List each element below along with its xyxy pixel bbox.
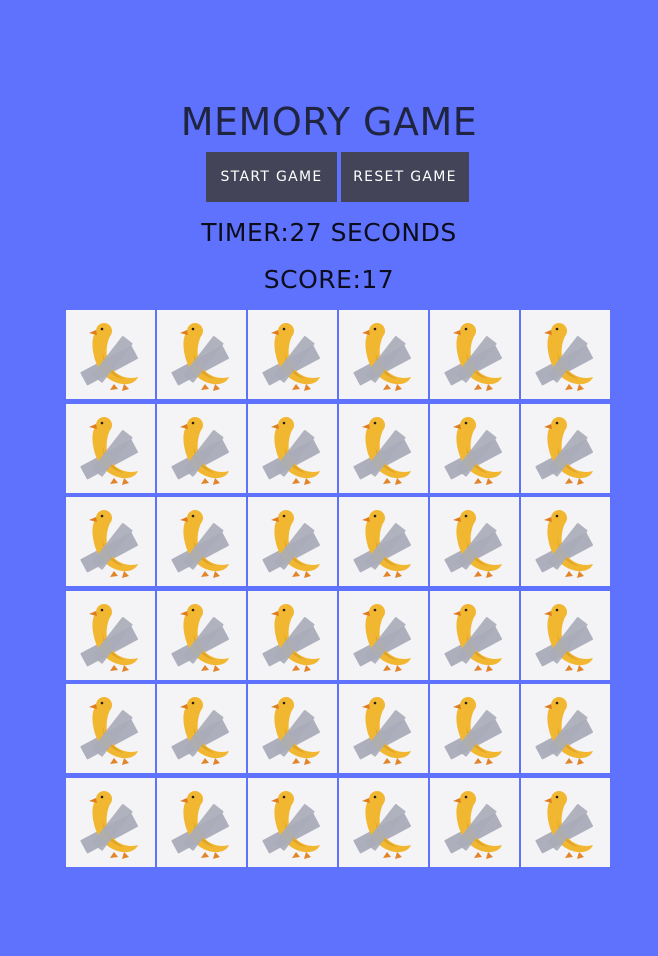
memory-card[interactable] bbox=[248, 403, 337, 493]
duck-duct-tape-icon bbox=[171, 697, 230, 766]
memory-card[interactable] bbox=[521, 403, 610, 493]
memory-card[interactable] bbox=[66, 403, 155, 493]
memory-card[interactable] bbox=[339, 590, 428, 680]
duck-duct-tape-icon bbox=[262, 697, 321, 766]
page-title: MEMORY GAME bbox=[180, 100, 478, 144]
memory-card[interactable] bbox=[248, 684, 337, 774]
duck-duct-tape-icon bbox=[353, 790, 412, 859]
score-value: 17 bbox=[361, 265, 395, 294]
memory-card[interactable] bbox=[157, 777, 246, 867]
memory-card[interactable] bbox=[521, 590, 610, 680]
duck-duct-tape-icon bbox=[171, 603, 230, 672]
duck-duct-tape-icon bbox=[262, 510, 321, 579]
memory-card[interactable] bbox=[66, 777, 155, 867]
memory-card[interactable] bbox=[157, 497, 246, 587]
memory-card[interactable] bbox=[430, 310, 519, 399]
memory-card[interactable] bbox=[157, 590, 246, 680]
duck-duct-tape-icon bbox=[262, 790, 321, 859]
duck-duct-tape-icon bbox=[353, 510, 412, 579]
memory-card[interactable] bbox=[521, 497, 610, 587]
timer-label: TIMER: bbox=[201, 218, 290, 247]
memory-card[interactable] bbox=[430, 403, 519, 493]
start-game-button[interactable]: START GAME bbox=[206, 152, 337, 202]
duck-duct-tape-icon bbox=[171, 790, 230, 859]
memory-card[interactable] bbox=[339, 403, 428, 493]
memory-card[interactable] bbox=[248, 497, 337, 587]
memory-card[interactable] bbox=[430, 684, 519, 774]
duck-duct-tape-icon bbox=[535, 416, 594, 485]
duck-duct-tape-icon bbox=[353, 323, 412, 391]
memory-card[interactable] bbox=[430, 497, 519, 587]
memory-card[interactable] bbox=[339, 310, 428, 399]
memory-card[interactable] bbox=[521, 310, 610, 399]
duck-duct-tape-icon bbox=[535, 697, 594, 766]
duck-duct-tape-icon bbox=[444, 790, 503, 859]
reset-game-button[interactable]: RESET GAME bbox=[341, 152, 469, 202]
duck-duct-tape-icon bbox=[444, 416, 503, 485]
memory-card[interactable] bbox=[248, 777, 337, 867]
memory-card[interactable] bbox=[339, 684, 428, 774]
memory-card[interactable] bbox=[248, 590, 337, 680]
duck-duct-tape-icon bbox=[80, 323, 139, 391]
duck-duct-tape-icon bbox=[353, 697, 412, 766]
duck-duct-tape-icon bbox=[444, 323, 503, 391]
memory-card[interactable] bbox=[157, 310, 246, 399]
game-controls: START GAME RESET GAME bbox=[206, 152, 469, 202]
duck-duct-tape-icon bbox=[171, 323, 230, 391]
duck-duct-tape-icon bbox=[262, 416, 321, 485]
duck-duct-tape-icon bbox=[80, 697, 139, 766]
timer-display: TIMER:27 SECONDS bbox=[0, 216, 658, 250]
duck-duct-tape-icon bbox=[80, 510, 139, 579]
memory-card[interactable] bbox=[157, 684, 246, 774]
duck-duct-tape-icon bbox=[535, 510, 594, 579]
memory-card[interactable] bbox=[430, 777, 519, 867]
duck-duct-tape-icon bbox=[80, 790, 139, 859]
duck-duct-tape-icon bbox=[444, 603, 503, 672]
memory-card[interactable] bbox=[66, 497, 155, 587]
duck-duct-tape-icon bbox=[80, 416, 139, 485]
score-label: SCORE: bbox=[263, 265, 362, 294]
duck-duct-tape-icon bbox=[353, 603, 412, 672]
duck-duct-tape-icon bbox=[262, 323, 321, 391]
memory-card[interactable] bbox=[521, 684, 610, 774]
timer-unit: SECONDS bbox=[322, 218, 457, 247]
duck-duct-tape-icon bbox=[171, 416, 230, 485]
score-display: SCORE:17 bbox=[0, 263, 658, 297]
duck-duct-tape-icon bbox=[444, 697, 503, 766]
memory-card[interactable] bbox=[66, 310, 155, 399]
memory-card[interactable] bbox=[66, 684, 155, 774]
duck-duct-tape-icon bbox=[535, 790, 594, 859]
duck-duct-tape-icon bbox=[80, 603, 139, 672]
memory-card[interactable] bbox=[521, 777, 610, 867]
memory-card[interactable] bbox=[339, 777, 428, 867]
memory-card[interactable] bbox=[430, 590, 519, 680]
duck-duct-tape-icon bbox=[171, 510, 230, 579]
duck-duct-tape-icon bbox=[535, 603, 594, 672]
memory-card[interactable] bbox=[66, 590, 155, 680]
duck-duct-tape-icon bbox=[535, 323, 594, 391]
memory-card[interactable] bbox=[248, 310, 337, 399]
memory-card[interactable] bbox=[339, 497, 428, 587]
duck-duct-tape-icon bbox=[262, 603, 321, 672]
duck-duct-tape-icon bbox=[353, 416, 412, 485]
memory-card[interactable] bbox=[157, 403, 246, 493]
timer-value: 27 bbox=[289, 218, 323, 247]
duck-duct-tape-icon bbox=[444, 510, 503, 579]
card-grid bbox=[66, 310, 610, 867]
